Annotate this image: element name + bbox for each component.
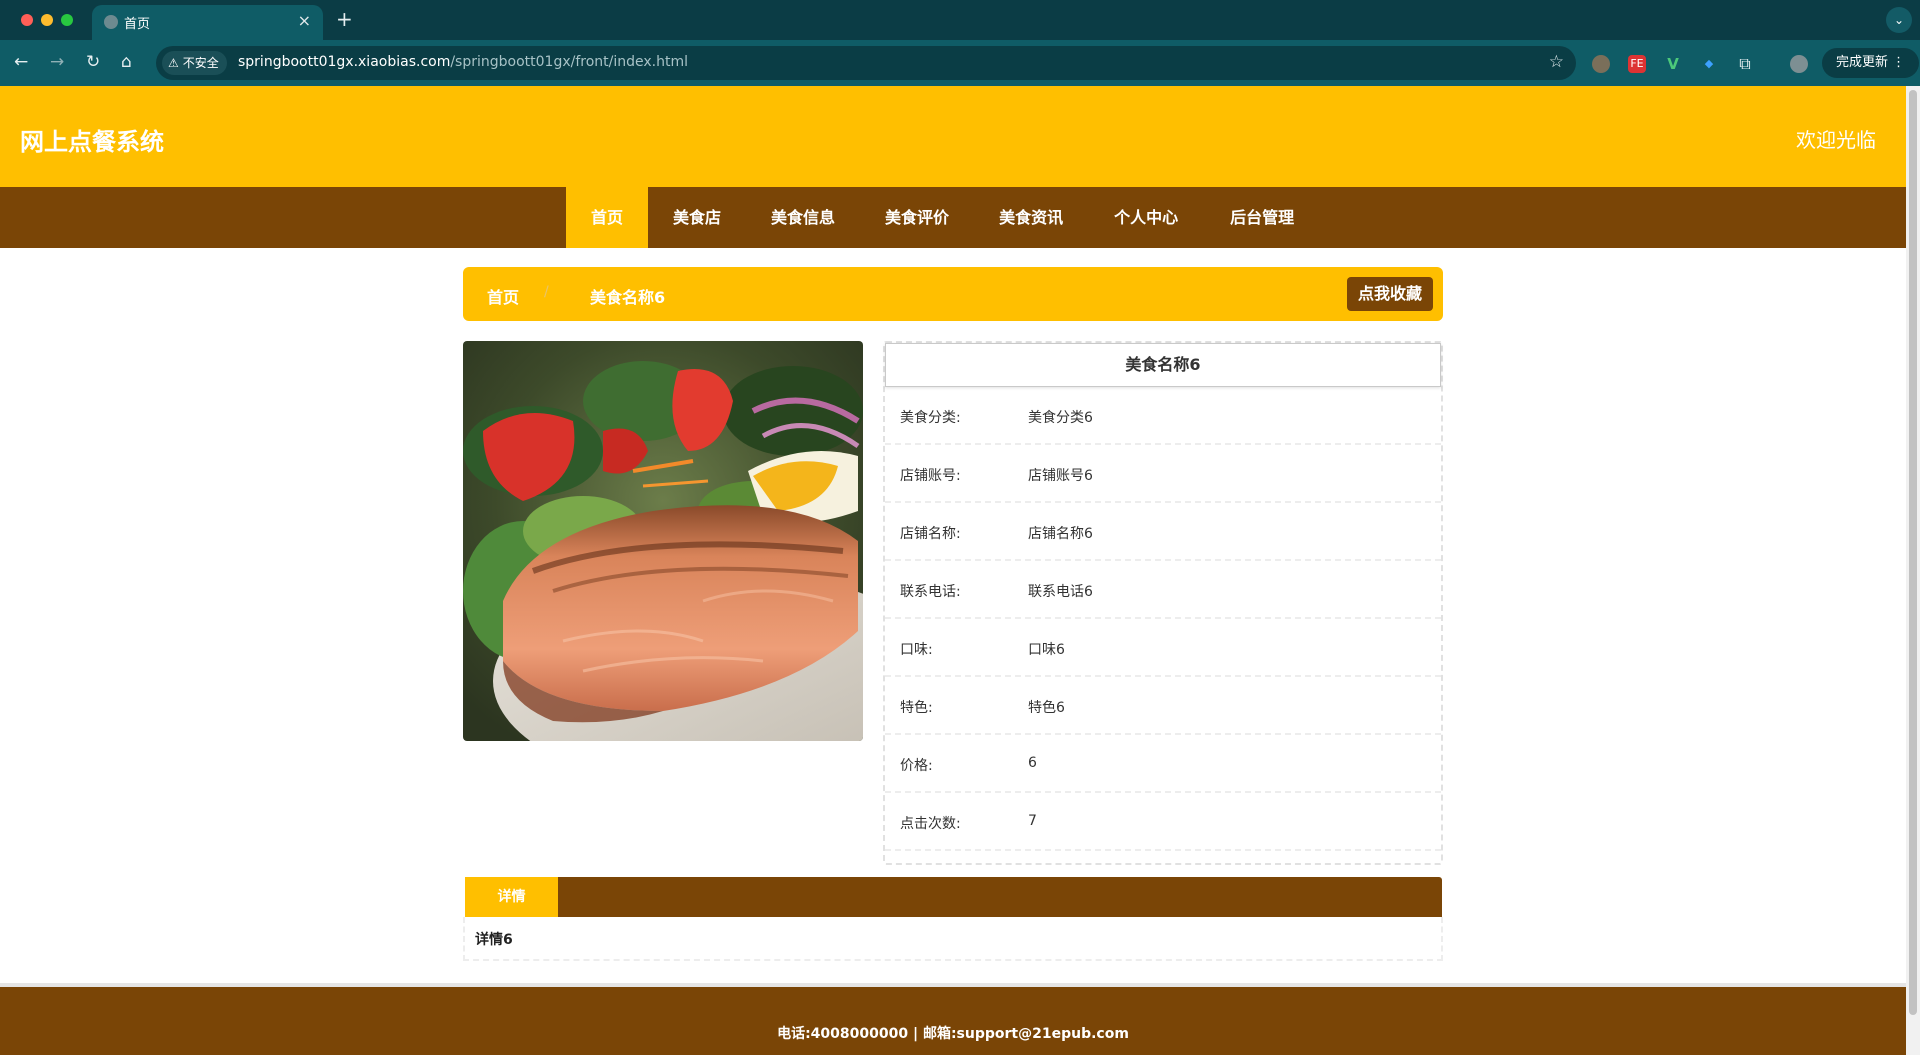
detail-content: 详情6 bbox=[463, 917, 1443, 961]
info-label: 特色: bbox=[900, 700, 933, 716]
info-value: 7 bbox=[1028, 813, 1037, 829]
info-label: 美食分类: bbox=[900, 410, 961, 426]
update-button[interactable]: 完成更新 ⋮ bbox=[1822, 48, 1920, 78]
info-row-taste: 口味: 口味6 bbox=[885, 619, 1441, 677]
url-path: /springboott01gx/front/index.html bbox=[450, 54, 689, 70]
address-bar[interactable]: ⚠ 不安全 springboott01gx.xiaobias.com/spring… bbox=[156, 46, 1576, 80]
home-icon[interactable]: ⌂ bbox=[121, 52, 132, 72]
nav-item-personal-center[interactable]: 个人中心 bbox=[1088, 187, 1204, 248]
url-text[interactable]: springboott01gx.xiaobias.com/springboott… bbox=[238, 54, 688, 70]
food-image bbox=[463, 341, 863, 741]
tab-search-chevron-icon[interactable]: ⌄ bbox=[1886, 7, 1912, 33]
food-info-panel: 美食名称6 美食分类: 美食分类6 店铺账号: 店铺账号6 店铺名称: 店铺名称… bbox=[883, 341, 1443, 865]
update-label: 完成更新 bbox=[1836, 55, 1889, 70]
warning-triangle-icon: ⚠ bbox=[168, 56, 179, 70]
breadcrumb: 首页 / 美食名称6 点我收藏 bbox=[463, 267, 1443, 321]
back-arrow-icon[interactable]: ← bbox=[14, 52, 28, 72]
info-row-price: 价格: 6 bbox=[885, 735, 1441, 793]
page-viewport: 网上点餐系统 欢迎光临 首页 美食店 美食信息 美食评价 美食资讯 个人中心 后… bbox=[0, 86, 1906, 1055]
info-value: 6 bbox=[1028, 755, 1037, 771]
breadcrumb-home-link[interactable]: 首页 bbox=[487, 284, 519, 308]
info-value: 口味6 bbox=[1028, 642, 1065, 658]
food-name-title: 美食名称6 bbox=[885, 343, 1441, 387]
browser-tab-bar: 首页 × + ⌄ bbox=[0, 0, 1920, 40]
info-row-phone: 联系电话: 联系电话6 bbox=[885, 561, 1441, 619]
browser-toolbar: ← → ↻ ⌂ ⚠ 不安全 springboott01gx.xiaobias.co… bbox=[0, 40, 1920, 86]
new-tab-button[interactable]: + bbox=[336, 7, 353, 31]
main-nav: 首页 美食店 美食信息 美食评价 美食资讯 个人中心 后台管理 bbox=[0, 187, 1906, 248]
nav-item-food-reviews[interactable]: 美食评价 bbox=[860, 187, 974, 248]
browser-tab-active[interactable]: 首页 × bbox=[92, 5, 323, 40]
info-label: 点击次数: bbox=[900, 816, 961, 832]
extensions-puzzle-icon[interactable]: ⧉ bbox=[1736, 55, 1754, 73]
welcome-text: 欢迎光临 bbox=[1796, 128, 1876, 152]
site-header: 网上点餐系统 欢迎光临 bbox=[0, 86, 1906, 187]
info-value: 联系电话6 bbox=[1028, 584, 1093, 600]
bookmark-star-icon[interactable]: ☆ bbox=[1549, 52, 1564, 72]
nav-item-food-news[interactable]: 美食资讯 bbox=[974, 187, 1088, 248]
tab-close-icon[interactable]: × bbox=[298, 11, 311, 30]
scrollbar-thumb[interactable] bbox=[1909, 90, 1917, 1015]
info-label: 口味: bbox=[900, 642, 933, 658]
reload-icon[interactable]: ↻ bbox=[86, 52, 100, 72]
page-scrollbar[interactable] bbox=[1906, 86, 1920, 1055]
forward-arrow-icon[interactable]: → bbox=[50, 52, 64, 72]
site-title: 网上点餐系统 bbox=[20, 128, 164, 156]
nav-item-home[interactable]: 首页 bbox=[566, 187, 649, 248]
window-maximize-button[interactable] bbox=[61, 14, 73, 26]
detail-tab-bar: 详情 bbox=[465, 877, 1442, 917]
info-value: 特色6 bbox=[1028, 700, 1065, 716]
info-rows: 美食分类: 美食分类6 店铺账号: 店铺账号6 店铺名称: 店铺名称6 联系电话… bbox=[885, 387, 1441, 851]
nav-item-food-shops[interactable]: 美食店 bbox=[648, 187, 746, 248]
tab-title: 首页 bbox=[124, 17, 151, 32]
extension-fe-icon[interactable]: FE bbox=[1628, 55, 1646, 73]
info-label: 店铺账号: bbox=[900, 468, 961, 484]
globe-icon bbox=[104, 15, 118, 29]
window-minimize-button[interactable] bbox=[41, 14, 53, 26]
extension-owl-icon[interactable] bbox=[1592, 55, 1610, 73]
nav-item-food-info[interactable]: 美食信息 bbox=[746, 187, 860, 248]
detail-text: 详情6 bbox=[475, 932, 513, 948]
info-value: 店铺账号6 bbox=[1028, 468, 1093, 484]
info-row-shop-name: 店铺名称: 店铺名称6 bbox=[885, 503, 1441, 561]
info-value: 美食分类6 bbox=[1028, 410, 1093, 426]
info-label: 店铺名称: bbox=[900, 526, 961, 542]
info-row-clicks: 点击次数: 7 bbox=[885, 793, 1441, 851]
extension-diamond-icon[interactable]: ◆ bbox=[1700, 55, 1718, 73]
info-label: 价格: bbox=[900, 758, 933, 774]
info-row-feature: 特色: 特色6 bbox=[885, 677, 1441, 735]
tab-detail[interactable]: 详情 bbox=[465, 877, 558, 917]
breadcrumb-current: 美食名称6 bbox=[590, 288, 666, 307]
security-chip[interactable]: ⚠ 不安全 bbox=[162, 51, 227, 75]
site-footer: 电话:4008000000 | 邮箱:support@21epub.com bbox=[0, 983, 1906, 1055]
info-label: 联系电话: bbox=[900, 584, 961, 600]
favorite-button[interactable]: 点我收藏 bbox=[1346, 277, 1433, 311]
security-label: 不安全 bbox=[182, 56, 219, 70]
info-value: 店铺名称6 bbox=[1028, 526, 1093, 542]
salmon-salad-illustration bbox=[463, 341, 863, 741]
profile-avatar-icon[interactable] bbox=[1790, 55, 1808, 73]
extension-vue-icon[interactable]: V bbox=[1664, 55, 1682, 73]
breadcrumb-separator: / bbox=[544, 284, 549, 300]
window-close-button[interactable] bbox=[21, 14, 33, 26]
footer-contact-text: 电话:4008000000 | 邮箱:support@21epub.com bbox=[777, 1026, 1129, 1042]
url-host: springboott01gx.xiaobias.com bbox=[238, 54, 451, 70]
info-row-shop-account: 店铺账号: 店铺账号6 bbox=[885, 445, 1441, 503]
nav-item-admin[interactable]: 后台管理 bbox=[1204, 187, 1320, 248]
info-row-category: 美食分类: 美食分类6 bbox=[885, 387, 1441, 445]
